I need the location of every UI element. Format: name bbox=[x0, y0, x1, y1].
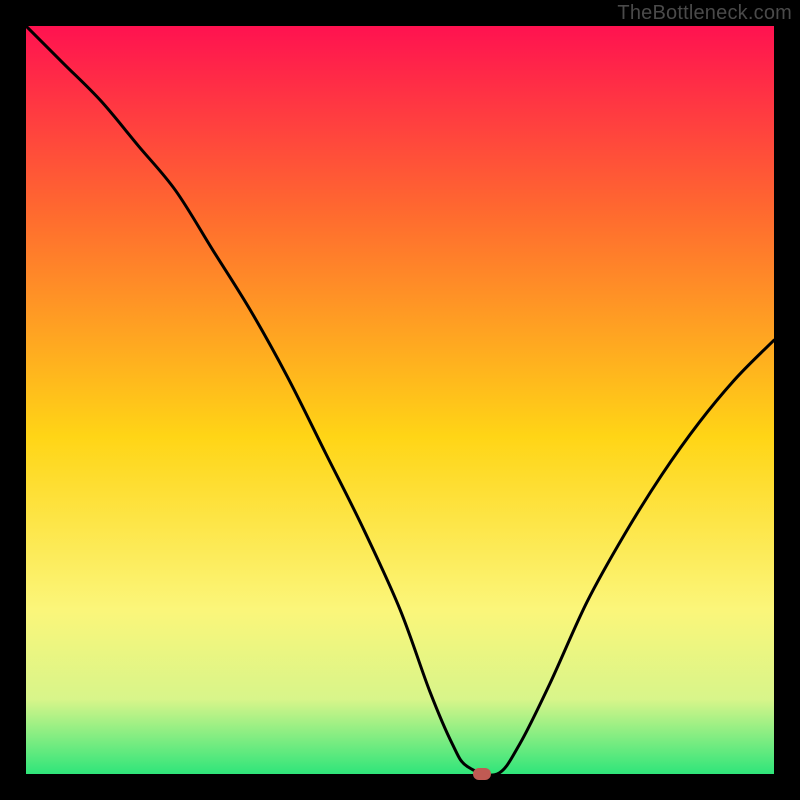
watermark-text: TheBottleneck.com bbox=[617, 2, 792, 25]
chart-frame: TheBottleneck.com bbox=[0, 0, 800, 800]
gradient-background bbox=[26, 26, 774, 774]
optimum-marker bbox=[473, 768, 491, 780]
plot-svg bbox=[26, 26, 774, 774]
plot-area bbox=[26, 26, 774, 774]
